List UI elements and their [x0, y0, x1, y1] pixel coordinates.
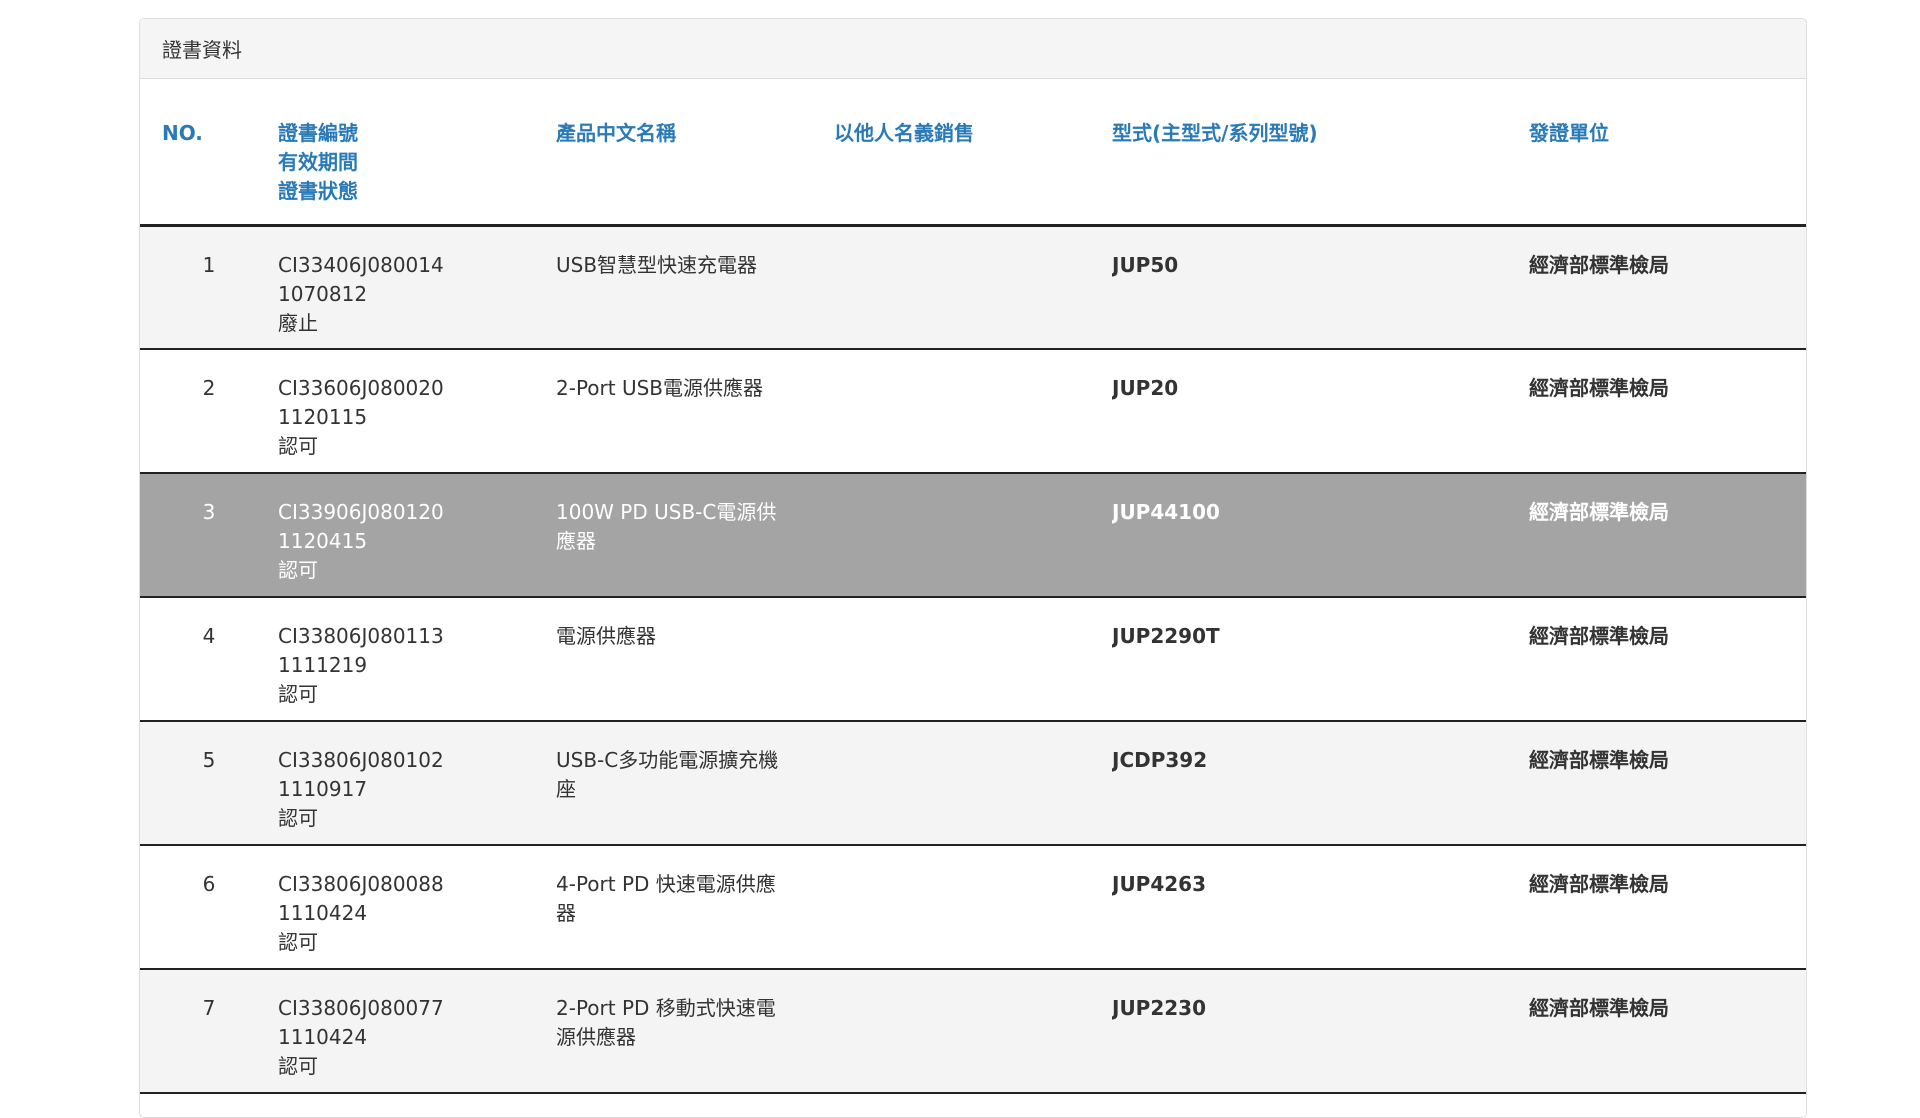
product-name: USB-C多功能電源擴充機 座 [556, 721, 834, 846]
row-no: 6 [140, 845, 278, 970]
cert-status: 認可 [278, 1054, 318, 1078]
product-name: 2-Port PD 移動式快速電 源供應器 [556, 969, 834, 1094]
cert-status: 認可 [278, 434, 318, 458]
validity-date: 1110424 [278, 1025, 368, 1049]
header-cert[interactable]: 證書編號 有效期間 證書狀態 [278, 79, 556, 227]
agency: 經濟部標準檢局 [1529, 721, 1806, 846]
model: JCDP392 [1112, 721, 1529, 846]
cert-number: CI33906J080120 [278, 500, 444, 524]
certificate-table: NO. 證書編號 有效期間 證書狀態 產品中文名稱 以他人名義銷售 型式(主型式… [140, 79, 1806, 1094]
table-row[interactable]: 2 CI33606J080020 1120115 認可 2-Port USB電源… [140, 349, 1806, 474]
model: JUP2230 [1112, 969, 1529, 1094]
validity-date: 1110424 [278, 901, 368, 925]
cert-number: CI33806J080113 [278, 624, 444, 648]
row-cert: CI33806J080113 1111219 認可 [278, 597, 556, 722]
agency: 經濟部標準檢局 [1529, 473, 1806, 598]
cert-status: 廢止 [278, 310, 318, 335]
header-model[interactable]: 型式(主型式/系列型號) [1112, 79, 1529, 227]
table-row[interactable]: 1 CI33406J080014 1070812 廢止 USB智慧型快速充電器 … [140, 225, 1806, 350]
table-row[interactable]: 5 CI33806J080102 1110917 認可 USB-C多功能電源擴充… [140, 721, 1806, 846]
validity-date: 1110917 [278, 777, 368, 801]
row-cert: CI33906J080120 1120415 認可 [278, 473, 556, 598]
agency: 經濟部標準檢局 [1529, 969, 1806, 1094]
header-no[interactable]: NO. [140, 79, 278, 227]
validity-date: 1120415 [278, 529, 368, 553]
header-validity: 有效期間 [278, 150, 358, 174]
model: JUP50 [1112, 225, 1529, 350]
product-name: 2-Port USB電源供應器 [556, 349, 834, 474]
cert-status: 認可 [278, 558, 318, 582]
product-name: 4-Port PD 快速電源供應 器 [556, 845, 834, 970]
model: JUP44100 [1112, 473, 1529, 598]
cert-status: 認可 [278, 682, 318, 706]
header-agency[interactable]: 發證單位 [1529, 79, 1806, 227]
agency: 經濟部標準檢局 [1529, 225, 1806, 350]
product-name: 100W PD USB-C電源供 應器 [556, 473, 834, 598]
product-name: USB智慧型快速充電器 [556, 225, 834, 350]
table-row[interactable]: 7 CI33806J080077 1110424 認可 2-Port PD 移動… [140, 969, 1806, 1094]
other-name [834, 845, 1112, 970]
cert-status: 認可 [278, 806, 318, 830]
other-name [834, 473, 1112, 598]
row-no: 5 [140, 721, 278, 846]
header-row: NO. 證書編號 有效期間 證書狀態 產品中文名稱 以他人名義銷售 型式(主型式… [140, 79, 1806, 227]
row-no: 2 [140, 349, 278, 474]
certificate-panel: 證書資料 NO. 證書編號 有效期間 證書狀態 產品中文名稱 以他人名義銷售 型… [139, 18, 1807, 1118]
table-row-highlighted[interactable]: 3 CI33906J080120 1120415 認可 100W PD USB-… [140, 473, 1806, 598]
row-no: 3 [140, 473, 278, 598]
agency: 經濟部標準檢局 [1529, 597, 1806, 722]
row-cert: CI33806J080088 1110424 認可 [278, 845, 556, 970]
validity-date: 1111219 [278, 653, 368, 677]
cert-number: CI33806J080102 [278, 748, 444, 772]
header-other-name[interactable]: 以他人名義銷售 [834, 79, 1112, 227]
header-cert-no: 證書編號 [278, 121, 358, 145]
model: JUP20 [1112, 349, 1529, 474]
other-name [834, 225, 1112, 350]
other-name [834, 597, 1112, 722]
other-name [834, 721, 1112, 846]
header-status: 證書狀態 [278, 179, 358, 203]
row-cert: CI33806J080077 1110424 認可 [278, 969, 556, 1094]
model: JUP4263 [1112, 845, 1529, 970]
row-no: 1 [140, 225, 278, 350]
header-product-name[interactable]: 產品中文名稱 [556, 79, 834, 227]
cert-status: 認可 [278, 930, 318, 954]
other-name [834, 349, 1112, 474]
validity-date: 1070812 [278, 281, 368, 306]
row-no: 4 [140, 597, 278, 722]
table-header: NO. 證書編號 有效期間 證書狀態 產品中文名稱 以他人名義銷售 型式(主型式… [140, 79, 1806, 227]
product-name: 電源供應器 [556, 597, 834, 722]
validity-date: 1120115 [278, 405, 368, 429]
row-no: 7 [140, 969, 278, 1094]
model: JUP2290T [1112, 597, 1529, 722]
other-name [834, 969, 1112, 1094]
agency: 經濟部標準檢局 [1529, 349, 1806, 474]
cert-number: CI33806J080077 [278, 996, 444, 1020]
agency: 經濟部標準檢局 [1529, 845, 1806, 970]
table-row[interactable]: 6 CI33806J080088 1110424 認可 4-Port PD 快速… [140, 845, 1806, 970]
row-cert: CI33606J080020 1120115 認可 [278, 349, 556, 474]
panel-title: 證書資料 [162, 38, 242, 62]
cert-number: CI33606J080020 [278, 376, 444, 400]
panel-heading: 證書資料 [140, 19, 1806, 79]
table-body: 1 CI33406J080014 1070812 廢止 USB智慧型快速充電器 … [140, 225, 1806, 1094]
table-row[interactable]: 4 CI33806J080113 1111219 認可 電源供應器 JUP229… [140, 597, 1806, 722]
row-cert: CI33806J080102 1110917 認可 [278, 721, 556, 846]
cert-number: CI33806J080088 [278, 872, 444, 896]
cert-number: CI33406J080014 [278, 252, 444, 277]
row-cert: CI33406J080014 1070812 廢止 [278, 225, 556, 350]
